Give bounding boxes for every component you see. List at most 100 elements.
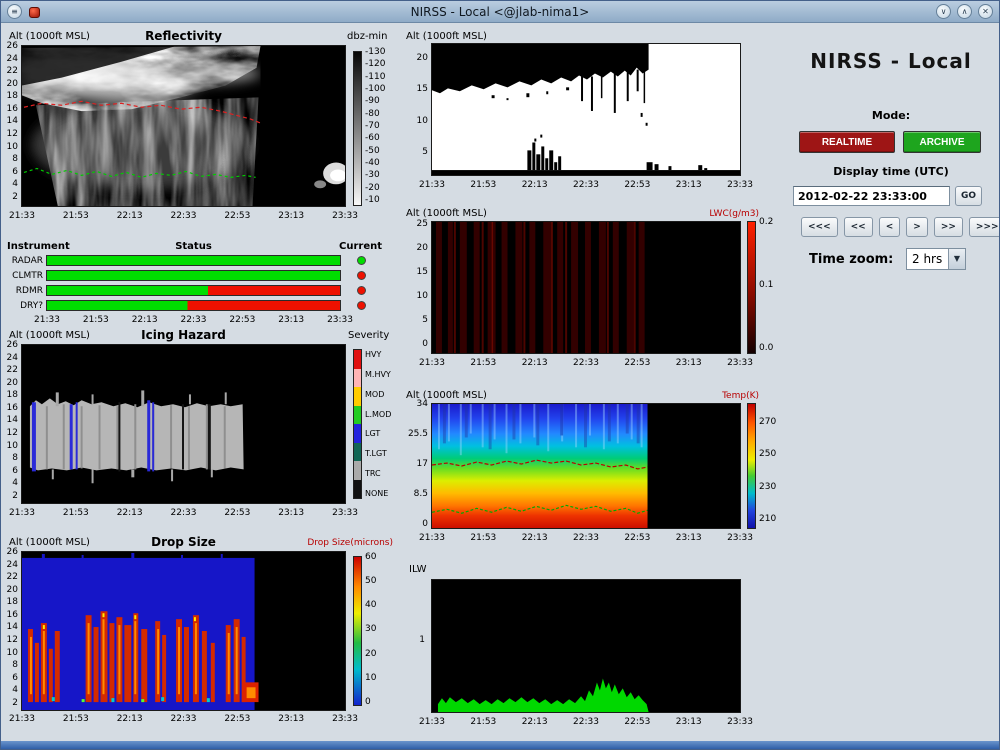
current-status-light	[357, 256, 366, 265]
tick-label: -10	[365, 195, 380, 205]
tick-label: 0	[365, 697, 371, 707]
tick-label: -110	[365, 72, 385, 82]
nav-button-1[interactable]: <<<	[801, 217, 838, 237]
tick-label: 22:13	[522, 358, 548, 368]
window-title: NIRSS - Local <@jlab-nima1>	[1, 5, 999, 19]
time-zo om-label: Time zoom:	[809, 252, 893, 267]
window-bottom-edge	[1, 741, 999, 749]
temp-colorbar	[747, 403, 756, 529]
tick-label: 23:13	[676, 180, 702, 190]
severity-label: T.LGT	[365, 449, 391, 458]
severity-segment-NONE	[354, 480, 361, 499]
nav-button-4[interactable]: >	[906, 217, 928, 237]
tick-label: 6	[12, 167, 18, 177]
archive-button[interactable]: ARCHIVE	[903, 131, 981, 153]
lwc-y-axis: 2520151050	[404, 219, 428, 349]
nav-button-5[interactable]: >>	[934, 217, 963, 237]
current-status-light	[357, 286, 366, 295]
severity-label: TRC	[365, 469, 391, 478]
reflectivity-colorbar	[353, 51, 362, 206]
maximize-button[interactable]: ∧	[957, 4, 972, 19]
tick-label: 22:53	[224, 714, 250, 724]
tick-label: 10	[417, 116, 428, 126]
time-zoom-select[interactable]: 2 hrs ▼	[906, 248, 966, 270]
tick-label: 0	[422, 339, 428, 349]
tick-label: -80	[365, 109, 380, 119]
tick-label: 14	[7, 116, 18, 126]
tick-label: 21:53	[470, 180, 496, 190]
status-row: RDMR	[1, 283, 381, 298]
status-row: RADAR	[1, 253, 381, 268]
tick-label: -120	[365, 59, 385, 69]
tick-label: 21:33	[34, 315, 60, 325]
severity-segment-HVY	[354, 350, 361, 369]
ilw-canvas	[432, 580, 740, 712]
tick-label: -40	[365, 158, 380, 168]
tick-label: 22:13	[117, 714, 143, 724]
instrument-label: CLMTR	[1, 271, 43, 281]
tick-label: 34	[417, 399, 428, 409]
reflectivity-plot	[21, 45, 346, 207]
mode-label: Mode:	[791, 109, 991, 122]
severity-label: LGT	[365, 429, 391, 438]
status-row: CLMTR	[1, 268, 381, 283]
severity-label: NONE	[365, 489, 391, 498]
reflectivity-colorbar-label: dbz-min	[347, 31, 387, 42]
severity-segment-L.MOD	[354, 406, 361, 425]
tick-label: 12	[7, 428, 18, 438]
nav-button-2[interactable]: <<	[844, 217, 873, 237]
tick-label: 50	[365, 576, 376, 586]
instrument-label: DRY?	[1, 301, 43, 311]
tick-label: 23:13	[676, 717, 702, 727]
tick-label: 22:53	[624, 180, 650, 190]
temp-plot	[431, 403, 741, 529]
tick-label: 20	[7, 378, 18, 388]
tick-label: 24	[7, 54, 18, 64]
cloud-canvas	[432, 44, 740, 175]
tick-label: 22:13	[132, 315, 158, 325]
tick-label: 10	[417, 291, 428, 301]
nirss-window: ≡ NIRSS - Local <@jlab-nima1> ∨ ∧ ✕ Alt …	[0, 0, 1000, 750]
lwc-colorbar-label: LWC(g/m3)	[685, 209, 759, 219]
chevron-down-icon[interactable]: ▼	[948, 249, 965, 269]
tick-label: 22	[7, 365, 18, 375]
cloud-y-axis: 2015105	[404, 53, 428, 157]
tick-label: 22:53	[624, 717, 650, 727]
severity-segment-LGT	[354, 424, 361, 443]
realtime-button[interactable]: REALTIME	[799, 131, 895, 153]
tick-label: 21:53	[63, 211, 89, 221]
time-zoom-value: 2 hrs	[907, 249, 948, 269]
tick-label: 21:33	[419, 180, 445, 190]
tick-label: -60	[365, 133, 380, 143]
tick-label: 21:33	[419, 358, 445, 368]
display-time-input[interactable]	[793, 186, 950, 206]
go-button[interactable]: GO	[955, 186, 982, 206]
status-history-bar	[46, 300, 341, 311]
close-button[interactable]: ✕	[978, 4, 993, 19]
tick-label: 23:13	[278, 508, 304, 518]
tick-label: 250	[759, 449, 776, 459]
nav-button-3[interactable]: <	[879, 217, 901, 237]
minimize-button[interactable]: ∨	[936, 4, 951, 19]
dropsize-canvas	[22, 552, 345, 710]
icing-plot	[21, 344, 346, 504]
tick-label: 23:33	[332, 508, 358, 518]
tick-label: 2	[12, 192, 18, 202]
tick-label: 26	[7, 340, 18, 350]
tick-label: 24	[7, 560, 18, 570]
tick-label: 22:33	[573, 717, 599, 727]
status-history-bar	[46, 270, 341, 281]
tick-label: 22:53	[229, 315, 255, 325]
lwc-plot	[431, 221, 741, 354]
tick-label: -30	[365, 170, 380, 180]
tick-label: 10	[7, 648, 18, 658]
reflectivity-colorbar-ticks: -130-120-110-100-90-80-70-60-50-40-30-20…	[365, 47, 385, 205]
nav-button-6[interactable]: >>>	[969, 217, 1000, 237]
tick-label: 10	[365, 673, 376, 683]
severity-segment-TRC	[354, 461, 361, 480]
tick-label: 21:53	[470, 533, 496, 543]
tick-label: 0	[422, 519, 428, 529]
tick-label: 4	[12, 685, 18, 695]
tick-label: 14	[7, 415, 18, 425]
tick-label: 2	[12, 698, 18, 708]
